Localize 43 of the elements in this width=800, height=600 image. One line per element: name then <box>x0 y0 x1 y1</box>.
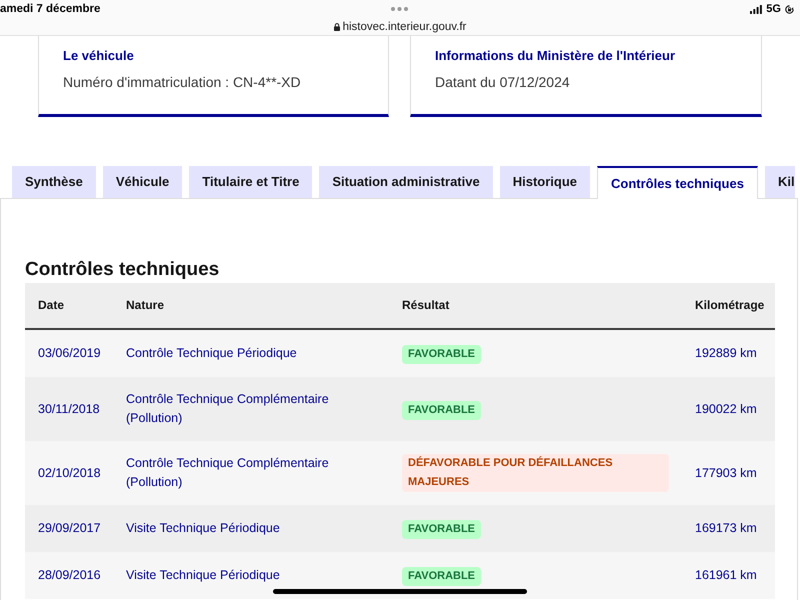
card-title: Le véhicule <box>63 47 134 65</box>
column-header: Nature <box>125 297 166 314</box>
status-badge: DÉFAVORABLE POUR DÉFAILLANCES MAJEURES <box>402 454 669 492</box>
column-header: Date <box>37 297 66 314</box>
network-type: 5G <box>766 2 781 16</box>
card-text: Datant du 07/12/2024 <box>435 73 570 92</box>
signal-icon <box>750 4 762 14</box>
card-text: Numéro d'immatriculation : CN-4**-XD <box>63 73 301 92</box>
tab[interactable]: Kil <box>764 166 795 198</box>
mileage-cell-text: 169173 km <box>694 520 758 537</box>
date-cell-text: 29/09/2017 <box>37 520 102 537</box>
tab[interactable]: Historique <box>500 166 590 198</box>
date-cell-text: 02/10/2018 <box>37 464 102 482</box>
tab[interactable]: Véhicule <box>102 166 182 198</box>
mileage-cell-text: 190022 km <box>694 400 758 418</box>
lock-icon <box>334 22 340 30</box>
column-header: Résultat <box>401 297 450 314</box>
section-title: Contrôles techniques <box>25 258 220 282</box>
status-badge: FAVORABLE <box>402 400 482 420</box>
nature-cell-text: Visite Technique Périodique <box>125 520 281 537</box>
tab[interactable]: Situation administrative <box>319 166 493 198</box>
status-badge: FAVORABLE <box>402 567 482 586</box>
date-cell-text: 03/06/2019 <box>37 345 102 362</box>
nature-cell-text: Contrôle Technique Complémentaire (Pollution) <box>125 391 330 427</box>
date-cell-text: 28/09/2016 <box>37 567 102 584</box>
rotation-lock-icon <box>784 4 794 14</box>
nature-cell-text: Contrôle Technique Complémentaire (Pollution) <box>125 455 330 491</box>
status-badge: FAVORABLE <box>402 345 482 364</box>
column-header: Kilométrage <box>694 297 766 314</box>
tab[interactable]: Contrôles techniques <box>597 166 758 199</box>
mileage-cell-text: 161961 km <box>694 567 758 584</box>
url-text[interactable]: histovec.interieur.gouv.fr <box>342 20 466 34</box>
status-badge: FAVORABLE <box>402 520 482 539</box>
status-date: amedi 7 décembre <box>0 2 100 16</box>
tab[interactable]: Synthèse <box>12 166 96 198</box>
tab[interactable]: Titulaire et Titre <box>189 166 312 198</box>
mileage-cell-text: 192889 km <box>694 345 758 362</box>
more-icon <box>391 7 408 11</box>
nature-cell-text: Visite Technique Périodique <box>125 567 281 584</box>
mileage-cell-text: 177903 km <box>694 464 758 482</box>
date-cell-text: 30/11/2018 <box>37 400 101 418</box>
nature-cell-text: Contrôle Technique Périodique <box>125 345 298 362</box>
card-title: Informations du Ministère de l'Intérieur <box>435 47 676 65</box>
